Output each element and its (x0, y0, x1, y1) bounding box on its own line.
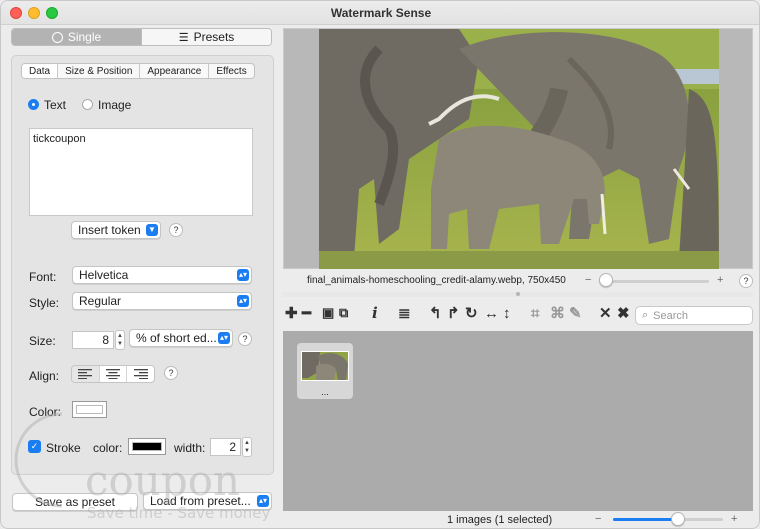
image-preview (283, 28, 753, 269)
size-label: Size: (29, 334, 56, 348)
crop-icon[interactable]: ⌗ (531, 306, 539, 321)
insert-token-label: Insert token (78, 223, 141, 237)
tab-single[interactable]: Single (12, 29, 141, 45)
thumb-size-plus: + (731, 513, 738, 525)
thumbnail-cell[interactable]: ... (297, 343, 353, 399)
align-right-button[interactable] (126, 366, 154, 382)
watermark-text-input[interactable]: tickcoupon (29, 128, 253, 216)
preview-info-bar: final_animals-homeschooling_credit-alamy… (283, 271, 753, 291)
preview-help-button[interactable]: ? (739, 274, 753, 288)
text-radio[interactable] (28, 99, 39, 110)
search-icon: ⌕ (642, 309, 649, 321)
title-bar: Watermark Sense (1, 1, 759, 25)
status-bar: 1 images (1 selected) − + (283, 511, 759, 528)
watermark-icon[interactable]: ✎ (569, 306, 582, 321)
stroke-color-fill (132, 442, 162, 451)
minus-icon[interactable]: ━ (302, 306, 311, 321)
watermark-tagline-text: Save time - Save money (87, 504, 271, 522)
size-help-button[interactable]: ? (238, 332, 252, 346)
stroke-width-input[interactable]: 2 (210, 438, 241, 456)
thumb-size-minus: − (595, 513, 602, 525)
tab-effects[interactable]: Effects (208, 64, 253, 78)
font-label: Font: (29, 270, 57, 284)
image-browser: ... (283, 331, 753, 511)
zoom-out-label: − (585, 274, 592, 286)
mode-segmented-control: Single ☰ Presets (11, 28, 272, 46)
text-radio-label: Text (44, 98, 67, 112)
search-field[interactable]: ⌕ Search (635, 306, 753, 325)
align-label: Align: (29, 369, 60, 383)
status-text: 1 images (1 selected) (447, 514, 553, 526)
chevron-down-icon: ▼ (146, 224, 158, 236)
size-unit-select[interactable]: % of short ed... ▴▾ (129, 329, 233, 347)
font-select[interactable]: Helvetica ▴▾ (72, 266, 252, 284)
image-radio-label: Image (98, 98, 132, 112)
align-center-icon (106, 369, 120, 379)
stroke-width-stepper[interactable]: ▲ ▼ (242, 437, 252, 457)
align-segmented-control (71, 365, 155, 383)
remove-icon[interactable]: ✕ (599, 306, 612, 321)
remove-all-icon[interactable]: ✖ (617, 306, 630, 321)
size-input[interactable]: 8 (72, 331, 114, 349)
tab-presets[interactable]: ☰ Presets (141, 29, 271, 45)
save-icon[interactable]: ▣ (322, 306, 334, 319)
watermark-logo-icon (14, 412, 63, 508)
thumbnail-image (301, 351, 349, 381)
search-placeholder: Search (653, 309, 689, 322)
chevron-updown-icon: ▴▾ (237, 295, 249, 307)
style-select-value: Regular (79, 294, 122, 308)
plus-icon[interactable]: ✚ (285, 306, 298, 321)
flip-vertical-icon[interactable]: ↕ (503, 306, 511, 321)
tab-presets-label: Presets (193, 30, 235, 44)
chevron-updown-icon: ▴▾ (218, 332, 230, 344)
align-center-button[interactable] (98, 366, 127, 382)
settings-tabs: Data Size & Position Appearance Effects (21, 63, 255, 79)
preview-photo (319, 29, 719, 269)
crop-auto-icon[interactable]: ⌘ (550, 306, 565, 321)
size-stepper[interactable]: ▲ ▼ (115, 330, 125, 350)
rotate-icon[interactable]: ↻ (465, 306, 478, 321)
thumb-size-fill (613, 518, 679, 521)
divider-handle (516, 292, 520, 296)
align-left-icon (78, 369, 93, 379)
stroke-color-label: color: (93, 441, 123, 455)
rotate-left-icon[interactable]: ↰ (429, 306, 442, 321)
tab-appearance[interactable]: Appearance (139, 64, 208, 78)
tab-single-label: Single (67, 30, 102, 44)
preview-zoom-slider-track (599, 280, 709, 283)
circle-ring-icon (51, 31, 63, 43)
style-select[interactable]: Regular ▴▾ (72, 292, 252, 310)
list-icon[interactable]: ≣ (398, 306, 411, 321)
watermark-brand-text: coupon (85, 456, 241, 505)
save-all-icon[interactable]: ⧉ (339, 306, 348, 319)
thumbnail-name: ... (321, 387, 329, 397)
split-divider[interactable] (283, 292, 753, 297)
thumb-size-slider[interactable] (670, 512, 685, 526)
info-icon[interactable]: i (372, 306, 378, 321)
font-select-value: Helvetica (79, 268, 129, 282)
align-help-button[interactable]: ? (164, 366, 178, 380)
image-radio[interactable] (82, 99, 93, 110)
insert-token-button[interactable]: Insert token ▼ (71, 221, 161, 239)
preview-filename: final_animals-homeschooling_credit-alamy… (307, 275, 566, 286)
list-icon: ☰ (178, 31, 189, 44)
size-unit-value: % of short ed... (136, 331, 217, 345)
elephant-photo-image (319, 29, 719, 269)
stroke-width-label: width: (174, 441, 206, 455)
tab-data[interactable]: Data (22, 64, 58, 78)
chevron-updown-icon: ▴▾ (237, 269, 249, 281)
zoom-in-label: + (717, 274, 724, 286)
style-label: Style: (29, 296, 60, 310)
stroke-color-well[interactable] (128, 438, 166, 455)
help-button[interactable]: ? (169, 223, 183, 237)
window-title: Watermark Sense (330, 6, 432, 20)
flip-horizontal-icon[interactable]: ↔ (484, 306, 499, 321)
elephant-thumbnail-image (302, 352, 348, 380)
align-right-icon (133, 369, 148, 379)
app-window: Watermark Sense Single ☰ Presets Data Si… (0, 0, 760, 529)
preview-zoom-slider[interactable] (599, 273, 613, 287)
align-left-button[interactable] (72, 366, 99, 382)
rotate-right-icon[interactable]: ↱ (447, 306, 460, 321)
tab-size-position[interactable]: Size & Position (57, 64, 139, 78)
